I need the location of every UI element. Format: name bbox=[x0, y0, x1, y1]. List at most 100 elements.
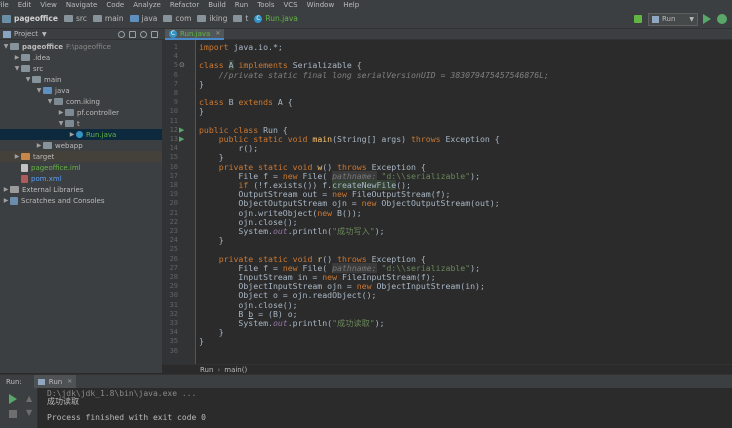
collapse-icon[interactable] bbox=[129, 30, 136, 38]
tree-item-java[interactable]: ▼ java bbox=[0, 85, 162, 96]
tree-item-label: main bbox=[44, 75, 62, 84]
project-panel-tools bbox=[114, 30, 158, 38]
code-line: //private static final long serialVersio… bbox=[218, 69, 549, 80]
navigation-bar: pageoffice src main java com iking t C R… bbox=[0, 9, 732, 29]
menu-code[interactable]: Code bbox=[106, 1, 124, 9]
java-class-icon: C bbox=[254, 14, 263, 23]
chevron-right-icon: ▶ bbox=[36, 142, 42, 149]
menu-vcs[interactable]: VCS bbox=[283, 1, 297, 9]
line-number: 17 bbox=[169, 171, 178, 180]
tree-item-label: java bbox=[55, 86, 70, 95]
iml-file-icon bbox=[21, 163, 28, 172]
tree-item-pageoffice[interactable]: ▼ pageoffice F:\pageoffice bbox=[0, 41, 162, 52]
tree-item-pf-controller[interactable]: ▶ pf.controller bbox=[0, 107, 162, 118]
close-icon[interactable]: ✕ bbox=[215, 30, 220, 37]
tree-item-label: webapp bbox=[55, 141, 83, 150]
code-line: class B extends A { bbox=[199, 97, 293, 108]
editor-tab-run-java[interactable]: C Run.java ✕ bbox=[165, 29, 225, 40]
code-line: } bbox=[199, 336, 204, 347]
breadcrumb-com[interactable]: com bbox=[163, 14, 191, 23]
package-icon bbox=[54, 98, 63, 105]
run-toolbar: Run ▼ bbox=[634, 9, 732, 29]
line-number: 21 bbox=[169, 208, 178, 217]
code-editor[interactable]: import java.io.*; class A implements Ser… bbox=[197, 40, 732, 364]
stop-icon[interactable] bbox=[9, 410, 17, 418]
menu-tools[interactable]: Tools bbox=[257, 1, 274, 9]
line-number: 33 bbox=[169, 319, 178, 327]
code-line: } bbox=[199, 106, 204, 117]
run-gutter-icon[interactable]: ▶ bbox=[179, 135, 184, 144]
menu-run[interactable]: Run bbox=[235, 1, 248, 9]
code-breadcrumb-class[interactable]: Run bbox=[200, 366, 213, 374]
run-tab-label: Run bbox=[48, 377, 63, 386]
tree-item-iml[interactable]: pageoffice.iml bbox=[0, 162, 162, 173]
package-icon bbox=[233, 15, 243, 22]
line-number: 8 bbox=[173, 89, 178, 97]
breadcrumb-label: iking bbox=[209, 14, 228, 23]
menu-help[interactable]: Help bbox=[343, 1, 359, 9]
editor-tab-bar: C Run.java ✕ bbox=[162, 29, 732, 40]
hide-icon[interactable] bbox=[151, 30, 158, 38]
menu-view[interactable]: View bbox=[40, 1, 57, 9]
line-number: 31 bbox=[169, 300, 178, 309]
debug-button[interactable] bbox=[717, 14, 727, 24]
run-tab[interactable]: Run ✕ bbox=[33, 374, 77, 389]
tree-item-label: pom.xml bbox=[31, 174, 62, 183]
run-button[interactable] bbox=[703, 14, 711, 24]
tree-item-label: com.iking bbox=[66, 97, 100, 106]
menu-file[interactable]: File bbox=[0, 1, 9, 9]
tree-item-main[interactable]: ▼ main bbox=[0, 74, 162, 85]
menu-edit[interactable]: Edit bbox=[18, 1, 32, 9]
line-number: 20 bbox=[169, 199, 178, 208]
source-folder-icon bbox=[43, 87, 52, 94]
line-number: 34 bbox=[169, 328, 178, 337]
editor-gutter: 1 4 5 6 7 8 9 10 11 12 13 14 15 16 17 18… bbox=[162, 40, 196, 364]
breadcrumb-label: java bbox=[141, 14, 158, 23]
run-configuration-select[interactable]: Run ▼ bbox=[648, 12, 698, 26]
implements-icon[interactable]: ⊙ bbox=[179, 61, 185, 70]
arrow-down-icon[interactable]: ▼ bbox=[26, 408, 32, 417]
project-view-select[interactable]: Project ▼ bbox=[3, 30, 47, 38]
tree-item-com-iking[interactable]: ▼ com.iking bbox=[0, 96, 162, 107]
tree-item-scratches[interactable]: ▶ Scratches and Consoles bbox=[0, 195, 162, 206]
arrow-up-icon[interactable]: ▲ bbox=[26, 394, 32, 403]
tree-item-idea[interactable]: ▶ .idea bbox=[0, 52, 162, 63]
build-icon[interactable] bbox=[634, 15, 642, 23]
breadcrumb-src[interactable]: src bbox=[63, 14, 87, 23]
breadcrumb-iking[interactable]: iking bbox=[197, 14, 227, 23]
chevron-down-icon: ▼ bbox=[58, 120, 64, 127]
chevron-down-icon: ▼ bbox=[47, 98, 53, 105]
tree-item-label: t bbox=[77, 119, 80, 128]
breadcrumb-main[interactable]: main bbox=[92, 14, 124, 23]
tree-item-t[interactable]: ▼ t bbox=[0, 118, 162, 129]
code-breadcrumb-method[interactable]: main() bbox=[224, 366, 247, 374]
tree-item-pom[interactable]: pom.xml bbox=[0, 173, 162, 184]
tree-item-webapp[interactable]: ▶ webapp bbox=[0, 140, 162, 151]
menu-window[interactable]: Window bbox=[307, 1, 335, 9]
rerun-icon[interactable] bbox=[9, 394, 17, 404]
close-icon[interactable]: ✕ bbox=[67, 378, 72, 385]
tree-item-external-libraries[interactable]: ▶ External Libraries bbox=[0, 184, 162, 195]
tree-item-label: pf.controller bbox=[77, 108, 120, 117]
menu-refactor[interactable]: Refactor bbox=[170, 1, 199, 9]
project-panel-header: Project ▼ bbox=[0, 29, 162, 40]
folder-icon bbox=[21, 54, 30, 61]
tree-item-run-java[interactable]: ▶ Run.java bbox=[0, 129, 162, 140]
breadcrumb-file[interactable]: C Run.java bbox=[254, 14, 298, 23]
menu-build[interactable]: Build bbox=[208, 1, 226, 9]
run-config-icon bbox=[652, 15, 659, 23]
menu-bar: File Edit View Navigate Code Analyze Ref… bbox=[0, 0, 732, 9]
menu-navigate[interactable]: Navigate bbox=[66, 1, 97, 9]
gear-icon[interactable] bbox=[140, 30, 147, 38]
tree-item-target[interactable]: ▶ target bbox=[0, 151, 162, 162]
package-icon bbox=[65, 109, 74, 116]
breadcrumb-project[interactable]: pageoffice bbox=[2, 14, 58, 23]
menu-analyze[interactable]: Analyze bbox=[133, 1, 161, 9]
breadcrumb-t[interactable]: t bbox=[233, 14, 248, 23]
run-gutter-icon[interactable]: ▶ bbox=[179, 126, 184, 135]
locate-icon[interactable] bbox=[118, 30, 125, 38]
line-number: 27 bbox=[169, 263, 178, 272]
tree-item-src[interactable]: ▼ src bbox=[0, 63, 162, 74]
breadcrumb-java[interactable]: java bbox=[129, 14, 158, 23]
run-console[interactable]: D:\jdk\jdk_1.8\bin\java.exe ... 成功读取 Pro… bbox=[38, 388, 732, 428]
